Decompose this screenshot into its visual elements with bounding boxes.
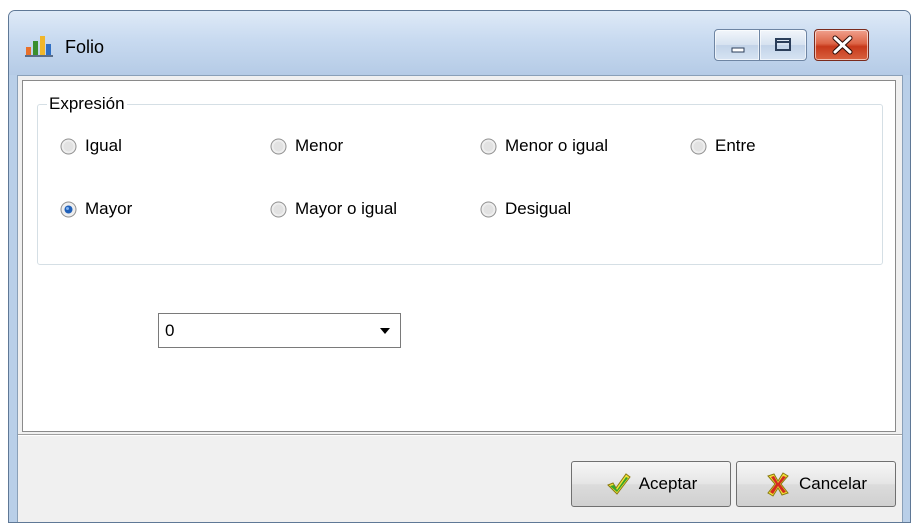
red-x-icon <box>767 472 789 497</box>
radio-label: Entre <box>715 136 756 155</box>
minimize-button[interactable] <box>714 29 760 61</box>
radio-label: Menor o igual <box>505 136 609 155</box>
chart-icon <box>25 36 53 57</box>
radio-label: Mayor o igual <box>295 199 398 218</box>
radio-unchecked-icon <box>480 138 497 154</box>
radio-label: Igual <box>85 136 122 155</box>
value-combobox[interactable]: 0 <box>158 313 401 348</box>
radio-mayor[interactable]: Mayor <box>60 199 132 219</box>
accept-button[interactable]: Aceptar <box>571 461 731 507</box>
close-button[interactable] <box>814 29 869 61</box>
expression-groupbox <box>37 104 883 265</box>
content-panel: Expresión Igual Menor Menor o igual Entr… <box>22 80 896 432</box>
close-icon <box>832 35 853 55</box>
radio-desigual[interactable]: Desigual <box>480 199 571 219</box>
radio-unchecked-icon <box>690 138 707 154</box>
radio-menor-o-igual[interactable]: Menor o igual <box>480 136 608 156</box>
radio-mayor-o-igual[interactable]: Mayor o igual <box>270 199 397 219</box>
radio-label: Desigual <box>505 199 572 218</box>
cancel-button-label: Cancelar <box>798 474 868 493</box>
radio-checked-icon <box>60 201 77 217</box>
maximize-icon <box>775 38 791 51</box>
radio-label: Mayor <box>85 199 133 218</box>
radio-igual[interactable]: Igual <box>60 136 122 156</box>
button-bar-separator <box>18 434 902 436</box>
combo-value: 0 <box>165 321 175 340</box>
accept-button-label: Aceptar <box>638 474 698 493</box>
radio-unchecked-icon <box>270 138 287 154</box>
title-bar[interactable]: Folio <box>9 11 910 75</box>
radio-unchecked-icon <box>270 201 287 217</box>
radio-unchecked-icon <box>480 201 497 217</box>
expression-group-legend: Expresión <box>47 94 127 114</box>
dialog-window: Folio Expresión Igual Menor Menor o igua… <box>8 10 911 523</box>
radio-label: Menor <box>295 136 344 155</box>
radio-menor[interactable]: Menor <box>270 136 343 156</box>
window-title: Folio <box>65 37 105 57</box>
maximize-button[interactable] <box>760 29 807 61</box>
dropdown-arrow-icon[interactable] <box>370 314 400 347</box>
radio-entre[interactable]: Entre <box>690 136 756 156</box>
minimize-icon <box>731 47 745 53</box>
dialog-client-area: Expresión Igual Menor Menor o igual Entr… <box>17 75 903 522</box>
radio-unchecked-icon <box>60 138 77 154</box>
green-check-icon <box>606 473 631 495</box>
cancel-button[interactable]: Cancelar <box>736 461 896 507</box>
